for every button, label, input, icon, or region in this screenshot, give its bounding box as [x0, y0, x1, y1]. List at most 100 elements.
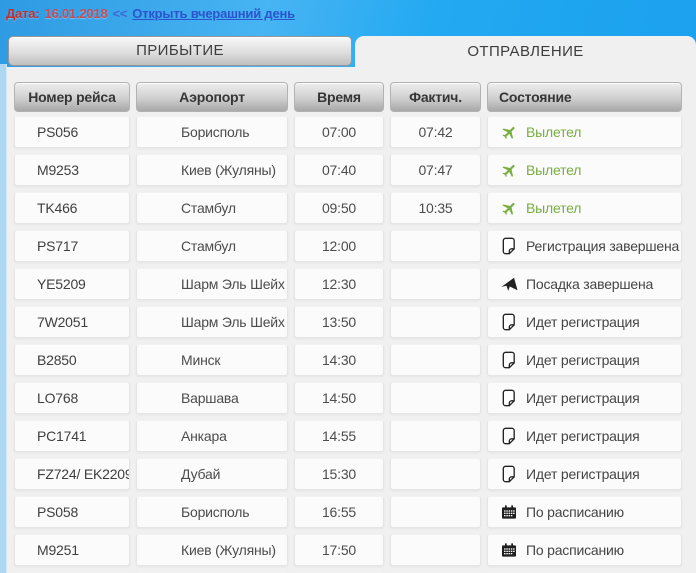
table-row: M9251 Киев (Жуляны) 17:50 По расписанию	[14, 534, 682, 566]
column-header-status: Состояние	[487, 82, 682, 112]
airport-name: Киев (Жуляны)	[181, 162, 276, 178]
calendar-icon	[500, 503, 518, 521]
actual-time: 07:47	[418, 162, 452, 178]
status-cell: По расписанию	[487, 496, 682, 528]
table-header-row: Номер рейса Аэропорт Время Фактич. Состо…	[14, 82, 682, 112]
airport-cell: Минск	[136, 344, 288, 376]
table-row: 7W2051 Шарм Эль Шейх 13:50 Идет регистра…	[14, 306, 682, 338]
status-cell: Идет регистрация	[487, 306, 682, 338]
actual-time-cell: 07:47	[390, 154, 481, 186]
airport-cell: Шарм Эль Шейх	[136, 306, 288, 338]
flight-number-cell: TK466	[14, 192, 130, 224]
flight-number-cell: M9253	[14, 154, 130, 186]
airport-name: Борисполь	[181, 504, 249, 520]
departures-panel: Номер рейса Аэропорт Время Фактич. Состо…	[0, 67, 696, 573]
status-cell: Идет регистрация	[487, 382, 682, 414]
flight-number: B2850	[37, 352, 76, 368]
calendar-icon	[500, 541, 518, 559]
actual-time-cell	[390, 344, 481, 376]
status-label: Регистрация завершена	[526, 231, 679, 261]
status-label: Идет регистрация	[526, 421, 640, 451]
table-row: PS056 Борисполь 07:00 07:42 Вылетел	[14, 116, 682, 148]
document-icon	[500, 427, 518, 445]
scheduled-time: 12:30	[322, 276, 356, 292]
table-row: PC1741 Анкара 14:55 Идет регистрация	[14, 420, 682, 452]
status-label: По расписанию	[526, 497, 624, 527]
actual-time-cell: 10:35	[390, 192, 481, 224]
scheduled-time-cell: 16:55	[294, 496, 384, 528]
airport-cell: Киев (Жуляны)	[136, 154, 288, 186]
status-cell: Идет регистрация	[487, 420, 682, 452]
flight-number: M9253	[37, 162, 79, 178]
scheduled-time: 13:50	[322, 314, 356, 330]
plane-departed-icon	[500, 199, 518, 217]
scheduled-time: 07:00	[322, 124, 356, 140]
scheduled-time-cell: 09:50	[294, 192, 384, 224]
airport-cell: Борисполь	[136, 496, 288, 528]
flight-number-cell: 7W2051	[14, 306, 130, 338]
status-cell: Регистрация завершена	[487, 230, 682, 262]
airport-cell: Борисполь	[136, 116, 288, 148]
flight-number: LO768	[37, 390, 78, 406]
airport-cell: Варшава	[136, 382, 288, 414]
actual-time-cell	[390, 230, 481, 262]
status-label: Идет регистрация	[526, 345, 640, 375]
table-row: B2850 Минск 14:30 Идет регистрация	[14, 344, 682, 376]
scheduled-time: 14:30	[322, 352, 356, 368]
scheduled-time: 14:55	[322, 428, 356, 444]
document-icon	[500, 313, 518, 331]
flight-number: YE5209	[37, 276, 86, 292]
document-icon	[500, 465, 518, 483]
airport-name: Стамбул	[181, 238, 236, 254]
tab-arrivals[interactable]: ПРИБЫТИЕ	[8, 36, 352, 66]
actual-time-cell	[390, 306, 481, 338]
scheduled-time-cell: 15:30	[294, 458, 384, 490]
status-label: Посадка завершена	[526, 269, 653, 299]
flight-number: PS717	[37, 238, 78, 254]
column-header-actual: Фактич.	[390, 82, 481, 112]
column-header-time: Время	[294, 82, 384, 112]
status-label: Вылетел	[526, 193, 581, 223]
flight-number: PS056	[37, 124, 78, 140]
plane-boarding-icon	[500, 275, 518, 293]
airport-name: Минск	[181, 352, 220, 368]
tab-departures[interactable]: ОТПРАВЛЕНИЕ	[355, 36, 696, 67]
airport-cell: Стамбул	[136, 230, 288, 262]
scheduled-time-cell: 17:50	[294, 534, 384, 566]
flights-table: Номер рейса Аэропорт Время Фактич. Состо…	[14, 82, 682, 573]
table-row: PS717 Стамбул 12:00 Регистрация завершен…	[14, 230, 682, 262]
scheduled-time: 15:30	[322, 466, 356, 482]
actual-time: 10:35	[418, 200, 452, 216]
left-edge-strip	[0, 64, 7, 573]
status-cell: Идет регистрация	[487, 344, 682, 376]
table-row: PS058 Борисполь 16:55 По расписанию	[14, 496, 682, 528]
airport-name: Варшава	[181, 390, 239, 406]
status-label: По расписанию	[526, 535, 624, 565]
airport-name: Шарм Эль Шейх	[181, 276, 285, 292]
table-row: LO768 Варшава 14:50 Идет регистрация	[14, 382, 682, 414]
scheduled-time-cell: 12:30	[294, 268, 384, 300]
airport-name: Киев (Жуляны)	[181, 542, 276, 558]
topbar: Дата: 16.01.2018 << Открыть вчерашний де…	[6, 3, 295, 23]
scheduled-time: 07:40	[322, 162, 356, 178]
status-label: Идет регистрация	[526, 383, 640, 413]
column-header-airport: Аэропорт	[136, 82, 288, 112]
flight-number-cell: PS058	[14, 496, 130, 528]
airport-name: Дубай	[181, 466, 220, 482]
status-cell: Идет регистрация	[487, 458, 682, 490]
actual-time: 07:42	[418, 124, 452, 140]
status-cell: Посадка завершена	[487, 268, 682, 300]
column-header-flight: Номер рейса	[14, 82, 130, 112]
table-row: YE5209 Шарм Эль Шейх 12:30 Посадка завер…	[14, 268, 682, 300]
plane-departed-icon	[500, 161, 518, 179]
scheduled-time: 16:55	[322, 504, 356, 520]
flight-number: PC1741	[37, 428, 86, 444]
flight-number: PS058	[37, 504, 78, 520]
actual-time-cell	[390, 382, 481, 414]
scheduled-time: 12:00	[322, 238, 356, 254]
flight-number-cell: B2850	[14, 344, 130, 376]
status-cell: Вылетел	[487, 116, 682, 148]
back-arrows: <<	[113, 6, 128, 21]
table-body: PS056 Борисполь 07:00 07:42 Вылетел M925…	[14, 116, 682, 573]
open-yesterday-link[interactable]: Открыть вчерашний день	[132, 6, 295, 21]
